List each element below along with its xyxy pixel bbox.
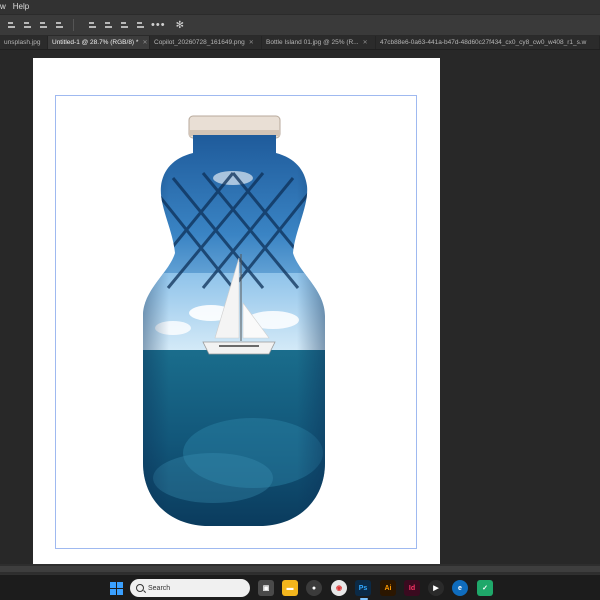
tab-copilot[interactable]: Copilot_20260728_161649.png ✕: [150, 36, 262, 49]
menu-bar: w Help: [0, 0, 600, 14]
scrollbar-thumb[interactable]: [0, 566, 600, 572]
distribute-vertical-icon[interactable]: [135, 20, 145, 30]
photoshop-icon[interactable]: Ps: [355, 580, 371, 596]
taskbar-search[interactable]: Search: [130, 579, 250, 597]
align-top-edges-icon[interactable]: [87, 20, 97, 30]
security-icon[interactable]: ✓: [477, 580, 493, 596]
tab-47cb88e6[interactable]: 47cb88e6-0a63-441a-b47d-48d60c27f434_cx0…: [376, 36, 600, 49]
divider: [73, 19, 74, 31]
tab-label: Bottle Island 01.jpg @ 25% (R...: [266, 39, 359, 46]
tab-unsplash[interactable]: unsplash.jpg: [0, 36, 48, 49]
menu-help[interactable]: Help: [13, 0, 29, 14]
close-tab-icon[interactable]: ✕: [142, 39, 147, 46]
document-workspace[interactable]: [0, 50, 600, 564]
close-tab-icon[interactable]: ✕: [249, 39, 254, 46]
more-icon[interactable]: •••: [151, 19, 166, 31]
align-bottom-edges-icon[interactable]: [119, 20, 129, 30]
chrome-icon[interactable]: ◉: [331, 580, 347, 596]
settings-icon[interactable]: ✻: [176, 20, 184, 31]
search-icon: [136, 584, 144, 592]
search-label: Search: [148, 584, 171, 592]
align-left-edges-icon[interactable]: [6, 20, 16, 30]
indesign-icon[interactable]: Id: [404, 580, 420, 596]
tab-label: Untitled-1 @ 28.7% (RGB/8) *: [52, 39, 139, 46]
horizontal-scrollbar[interactable]: [0, 564, 600, 574]
illustrator-icon[interactable]: Ai: [380, 580, 396, 596]
task-view-icon[interactable]: ▣: [258, 580, 274, 596]
align-vertical-centers-icon[interactable]: [103, 20, 113, 30]
bottle-artwork: [143, 115, 325, 526]
tab-label: unsplash.jpg: [4, 39, 41, 46]
media-player-icon[interactable]: ▶: [428, 580, 444, 596]
tab-bottle-island[interactable]: Bottle Island 01.jpg @ 25% (R... ✕: [262, 36, 376, 49]
tab-label: 47cb88e6-0a63-441a-b47d-48d60c27f434_cx0…: [380, 39, 587, 46]
tab-label: Copilot_20260728_161649.png: [154, 39, 245, 46]
align-right-edges-icon[interactable]: [38, 20, 48, 30]
distribute-icon[interactable]: [54, 20, 64, 30]
align-horizontal-centers-icon[interactable]: [22, 20, 32, 30]
file-explorer-icon[interactable]: ▬: [282, 580, 298, 596]
menu-window[interactable]: w: [0, 0, 6, 14]
tab-untitled-1[interactable]: Untitled-1 @ 28.7% (RGB/8) * ✕: [48, 36, 150, 49]
document-tab-bar: unsplash.jpg Untitled-1 @ 28.7% (RGB/8) …: [0, 36, 600, 50]
document-canvas[interactable]: [33, 58, 440, 564]
taskbar: Search ▣ ▬ ● ◉ Ps Ai Id ▶ e ✓: [0, 574, 600, 600]
options-bar: ••• ✻: [0, 14, 600, 36]
windows-start-icon[interactable]: [108, 580, 124, 596]
edge-icon[interactable]: e: [452, 580, 468, 596]
app-icon[interactable]: ●: [306, 580, 322, 596]
close-tab-icon[interactable]: ✕: [363, 39, 368, 46]
